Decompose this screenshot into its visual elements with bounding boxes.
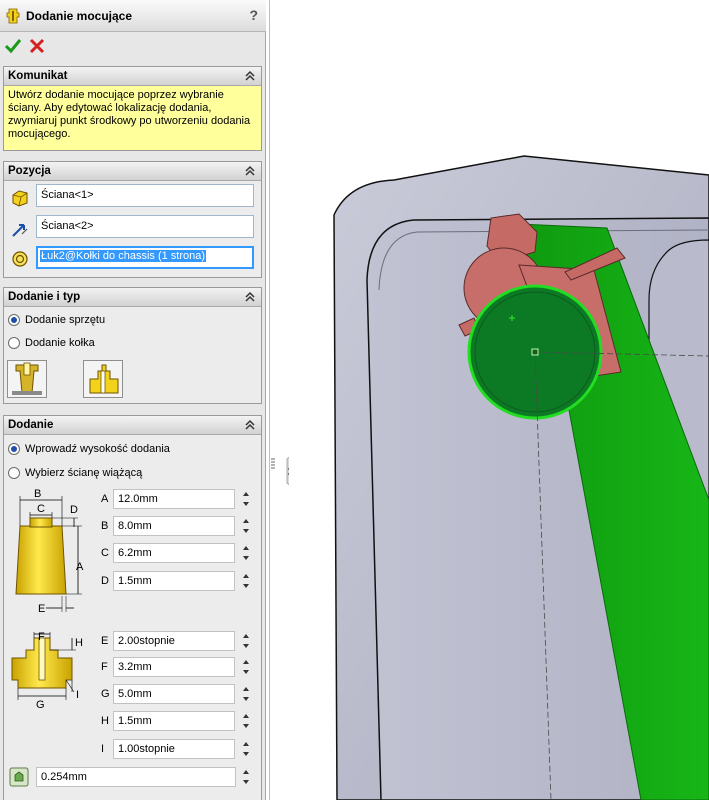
group-dodanie: Dodanie Wprowadź wysokość dodania Wybier…	[3, 415, 262, 800]
splitter-line	[269, 0, 270, 800]
help-button[interactable]: ?	[249, 7, 258, 23]
dimension-field-d[interactable]: 1.5mm	[113, 571, 235, 591]
center-point-icon[interactable]	[531, 348, 539, 356]
radio-label: Dodanie kołka	[25, 337, 95, 349]
dimension-field-h[interactable]: 1.5mm	[113, 711, 235, 731]
dimension-label-a: A	[101, 493, 109, 505]
panel-title: Dodanie mocujące	[26, 9, 133, 23]
dimension-label-c: C	[101, 547, 109, 559]
message-text: Utwórz dodanie mocujące poprzez wybranie…	[4, 86, 261, 150]
solidworks-window: Dodanie mocujące ? Komunikat Utwórz doda…	[0, 0, 709, 800]
dimension-spinner-h[interactable]	[240, 711, 253, 731]
boss-dimension-diagram: B C D A E	[15, 488, 84, 615]
dimension-field-i[interactable]: 1.00stopnie	[113, 739, 235, 759]
dimension-label-i: I	[101, 743, 105, 755]
face2-field[interactable]: Ściana<2>	[36, 215, 254, 238]
pin-dimension-diagram: F H G I	[11, 631, 83, 710]
group-title: Komunikat	[8, 70, 68, 82]
radio-label: Dodanie sprzętu	[25, 314, 106, 326]
collapse-chevron-icon[interactable]	[244, 419, 256, 431]
dimension-spinner-e[interactable]	[240, 631, 253, 651]
model-view	[333, 155, 709, 800]
diagram-label-h: H	[75, 637, 83, 649]
group-header[interactable]: Pozycja	[4, 162, 261, 181]
group-title: Dodanie	[8, 419, 54, 431]
radio-enter-height[interactable]: Wprowadź wysokość dodania	[8, 441, 170, 457]
radio-dot[interactable]	[8, 443, 20, 455]
dimension-spinner-d[interactable]	[240, 571, 253, 591]
ok-cancel-bar	[0, 33, 266, 59]
diagram-label-a: A	[76, 561, 84, 573]
arc-edge-field[interactable]: Łuk2@Kołki do chassis (1 strona)	[36, 246, 254, 269]
hardware-boss-type-button[interactable]	[7, 360, 47, 398]
radio-label: Wprowadź wysokość dodania	[25, 443, 170, 455]
diagram-label-f: F	[38, 631, 45, 643]
dimension-field-g[interactable]: 5.0mm	[113, 684, 235, 704]
dimension-label-b: B	[101, 520, 109, 532]
dimension-spinner-f[interactable]	[240, 657, 253, 677]
dimension-spinner-c[interactable]	[240, 543, 253, 563]
diagram-label-c: C	[37, 503, 45, 515]
dimension-spinner-i[interactable]	[240, 739, 253, 759]
collapse-chevron-icon[interactable]	[244, 165, 256, 177]
dimension-field-b[interactable]: 8.0mm	[113, 516, 235, 536]
hardware-boss-icon	[12, 362, 42, 395]
group-header[interactable]: Komunikat	[4, 67, 261, 86]
radio-pin-boss[interactable]: Dodanie kołka	[8, 335, 95, 351]
group-title: Pozycja	[8, 165, 51, 177]
face1-field[interactable]: Ściana<1>	[36, 184, 254, 207]
group-header[interactable]: Dodanie	[4, 416, 261, 435]
dimension-field-c[interactable]: 6.2mm	[113, 543, 235, 563]
group-header[interactable]: Dodanie i typ	[4, 288, 261, 307]
splitter-grip-icon[interactable]	[270, 457, 276, 471]
direction-arrow-icon	[12, 224, 28, 237]
collapse-chevron-icon[interactable]	[244, 70, 256, 82]
dimension-spinner-b[interactable]	[240, 516, 253, 536]
dimension-label-e: E	[101, 635, 109, 647]
clearance-field[interactable]: 0.254mm	[36, 767, 236, 787]
face-select-icon	[12, 190, 28, 207]
dimension-field-a[interactable]: 12.0mm	[113, 489, 235, 509]
dimension-field-f[interactable]: 3.2mm	[113, 657, 235, 677]
collapse-chevron-icon[interactable]	[244, 291, 256, 303]
diagram-label-e: E	[38, 603, 45, 615]
dimension-field-e[interactable]: 2.00stopnie	[113, 631, 235, 651]
group-komunikat: Komunikat Utwórz dodanie mocujące poprze…	[3, 66, 262, 151]
dimension-label-f: F	[101, 661, 108, 673]
panel-titlebar: Dodanie mocujące ?	[0, 0, 266, 32]
cancel-x-icon[interactable]	[28, 37, 46, 55]
radio-dot[interactable]	[8, 467, 20, 479]
graphics-viewport[interactable]	[289, 0, 709, 800]
pin-boss-type-button[interactable]	[83, 360, 123, 398]
arc-edge-value: Łuk2@Kołki do chassis (1 strona)	[40, 250, 207, 262]
radio-dot[interactable]	[8, 337, 20, 349]
clearance-icon	[9, 767, 29, 787]
diagram-label-b: B	[34, 488, 41, 500]
dimension-spinner-g[interactable]	[240, 684, 253, 704]
dimension-label-h: H	[101, 715, 109, 727]
diagram-label-i: I	[76, 689, 79, 701]
panel-splitter[interactable]	[267, 0, 292, 800]
radio-hardware-boss[interactable]: Dodanie sprzętu	[8, 312, 105, 328]
group-dodanie-i-typ: Dodanie i typ Dodanie sprzętu Dodanie ko…	[3, 287, 262, 404]
clearance-spinner[interactable]	[240, 767, 253, 787]
diagram-label-d: D	[70, 504, 78, 516]
dimension-label-g: G	[101, 688, 110, 700]
group-title: Dodanie i typ	[8, 291, 81, 303]
pin-boss-icon	[89, 364, 119, 394]
mounting-boss-icon	[6, 8, 20, 24]
circular-edge-icon	[12, 251, 28, 267]
radio-select-mating-face[interactable]: Wybierz ścianę wiążącą	[8, 465, 142, 481]
radio-label: Wybierz ścianę wiążącą	[25, 467, 143, 479]
property-manager-panel: Dodanie mocujące ? Komunikat Utwórz doda…	[0, 0, 266, 800]
diagram-label-g: G	[36, 699, 45, 710]
radio-dot[interactable]	[8, 314, 20, 326]
dimension-spinner-a[interactable]	[240, 489, 253, 509]
ok-check-icon[interactable]	[4, 37, 22, 55]
group-pozycja: Pozycja Ściana<1> Ściana<2> Łuk2@Kołki d…	[3, 161, 262, 278]
dimension-label-d: D	[101, 575, 109, 587]
